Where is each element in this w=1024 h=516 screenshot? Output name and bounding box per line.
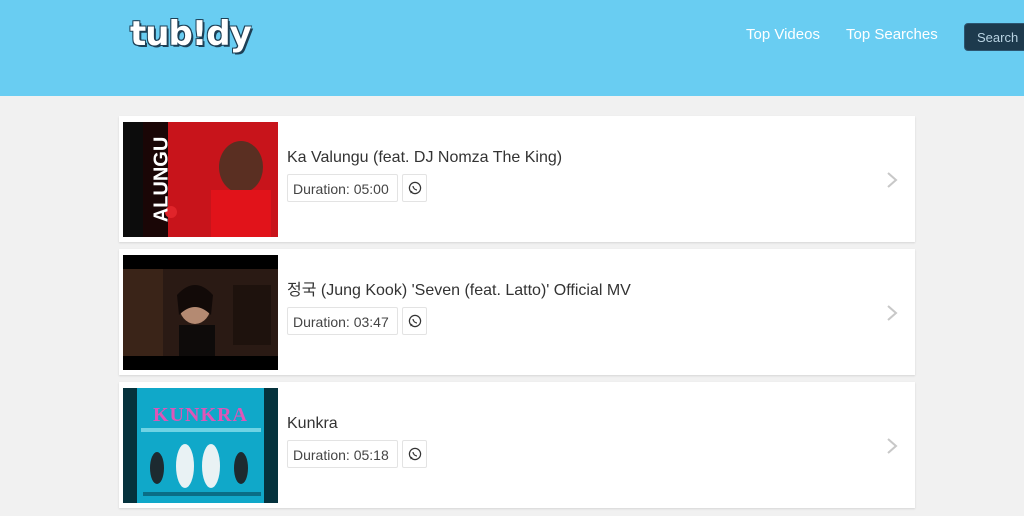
whatsapp-share-button[interactable]: [402, 440, 427, 468]
result-title[interactable]: Kunkra: [287, 414, 338, 434]
chevron-right-icon[interactable]: [885, 303, 899, 323]
nav-top-videos[interactable]: Top Videos: [746, 26, 820, 44]
duration-badge: Duration: 05:18: [287, 440, 398, 468]
whatsapp-icon: [408, 314, 422, 328]
whatsapp-share-button[interactable]: [402, 174, 427, 202]
thumbnail-text: ALUNGU: [150, 136, 173, 223]
chevron-right-icon[interactable]: [885, 170, 899, 190]
video-thumbnail[interactable]: KUNKRA: [123, 388, 278, 503]
result-card[interactable]: ALUNGU Ka Valungu (feat. DJ Nomza The Ki…: [119, 116, 915, 242]
thumbnail-art: [123, 122, 278, 237]
whatsapp-share-button[interactable]: [402, 307, 427, 335]
video-thumbnail[interactable]: ALUNGU: [123, 122, 278, 237]
chevron-right-icon[interactable]: [885, 436, 899, 456]
result-title[interactable]: Ka Valungu (feat. DJ Nomza The King): [287, 148, 562, 168]
site-header: tub!dy Top Videos Top Searches Search: [0, 0, 1024, 96]
thumbnail-art: [123, 255, 278, 370]
duration-badge: Duration: 03:47: [287, 307, 398, 335]
nav-top-searches[interactable]: Top Searches: [846, 26, 938, 44]
tubidy-logo[interactable]: tub!dy: [130, 14, 252, 54]
result-card[interactable]: KUNKRA Kunkra Duration: 05:18: [119, 382, 915, 508]
whatsapp-icon: [408, 181, 422, 195]
video-thumbnail[interactable]: [123, 255, 278, 370]
whatsapp-icon: [408, 447, 422, 461]
result-title[interactable]: 정국 (Jung Kook) 'Seven (feat. Latto)' Off…: [287, 281, 631, 301]
thumbnail-text: KUNKRA: [153, 404, 248, 426]
search-button[interactable]: Search: [964, 23, 1024, 51]
result-card[interactable]: 정국 (Jung Kook) 'Seven (feat. Latto)' Off…: [119, 249, 915, 375]
duration-badge: Duration: 05:00: [287, 174, 398, 202]
